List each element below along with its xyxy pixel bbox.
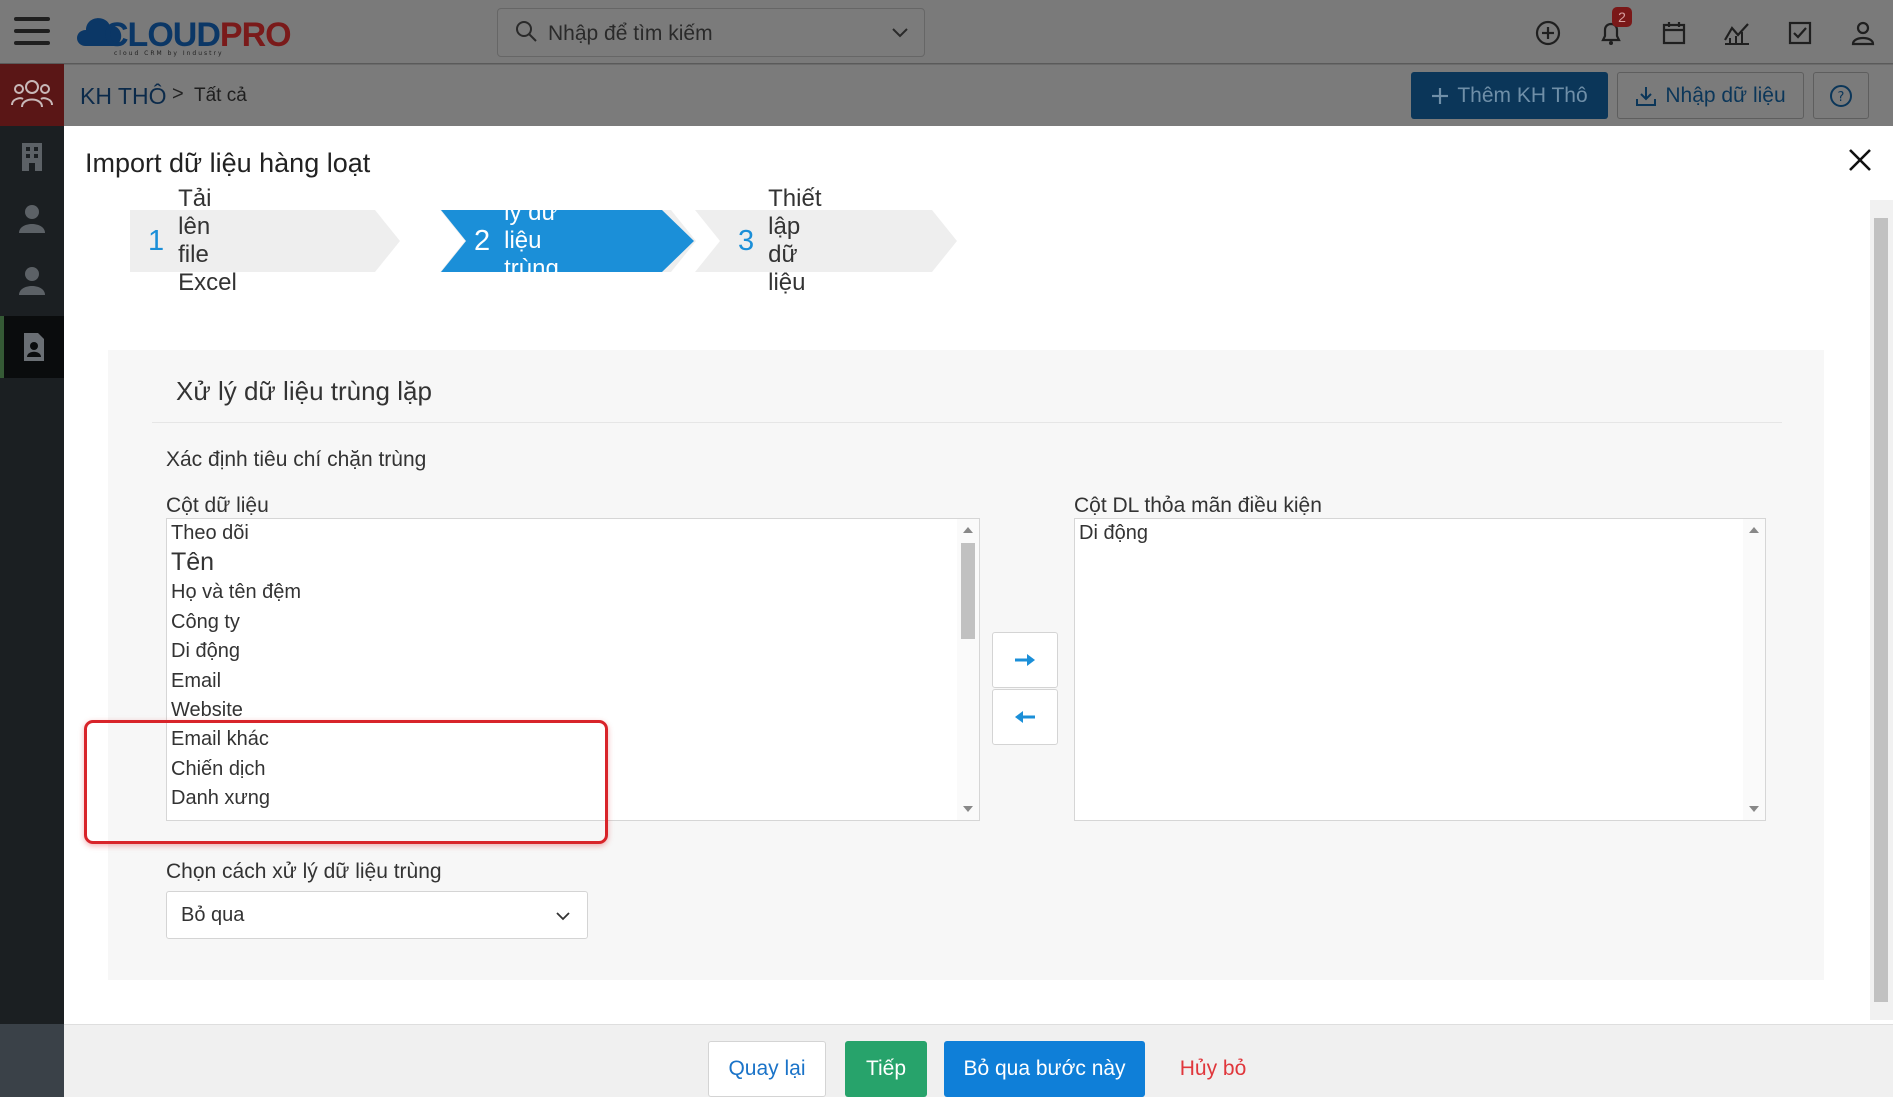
list-item[interactable]: Họ và tên đệm xyxy=(167,578,979,607)
chevron-down-icon[interactable] xyxy=(890,23,910,43)
wizard-steps-background xyxy=(130,210,957,272)
scroll-up-icon[interactable] xyxy=(963,527,973,533)
sidebar-footer xyxy=(0,1024,64,1097)
question-circle-icon: ? xyxy=(1830,84,1852,107)
duplicate-panel: Xử lý dữ liệu trùng lặp Xác định tiêu ch… xyxy=(108,350,1824,980)
dup-handling-select[interactable]: Bỏ qua xyxy=(166,891,588,939)
logo-tagline: cloud CRM by Industry xyxy=(114,50,224,57)
modal-scrollbar[interactable] xyxy=(1870,200,1893,1020)
list-item[interactable]: Di động xyxy=(167,637,979,666)
task-check-icon[interactable] xyxy=(1785,18,1815,48)
modal-title: Import dữ liệu hàng loạt xyxy=(85,148,371,178)
move-left-button[interactable] xyxy=(992,689,1058,745)
list-item[interactable]: Công ty xyxy=(167,608,979,637)
panel-divider xyxy=(152,422,1782,423)
modal-footer: Quay lại Tiếp Bỏ qua bước này Hủy bỏ xyxy=(64,1024,1893,1097)
person-icon xyxy=(19,267,45,295)
user-profile-icon[interactable] xyxy=(1848,18,1878,48)
lead-document-icon xyxy=(24,333,44,361)
search-icon xyxy=(516,21,537,42)
plus-icon xyxy=(1432,87,1449,104)
next-button[interactable]: Tiếp xyxy=(845,1041,927,1097)
back-button[interactable]: Quay lại xyxy=(708,1041,826,1097)
cloudpro-logo[interactable]: CLOUDPRO cloud CRM by Industry xyxy=(74,6,294,57)
users-group-icon xyxy=(11,80,53,108)
list-item[interactable]: Di động xyxy=(1075,519,1765,548)
panel-title: Xử lý dữ liệu trùng lặp xyxy=(176,376,432,406)
cancel-button[interactable]: Hủy bỏ xyxy=(1168,1041,1258,1097)
sidebar xyxy=(0,64,64,1097)
source-columns-label: Cột dữ liệu xyxy=(166,494,269,517)
sidebar-item-leads[interactable] xyxy=(0,316,64,378)
sidebar-item-users[interactable] xyxy=(0,250,64,312)
breadcrumb-view[interactable]: Tất cả xyxy=(194,85,247,107)
scroll-up-icon[interactable] xyxy=(1749,527,1759,533)
step-2-duplicates: 2 Xử lý dữ liệu trùng lặp xyxy=(474,171,559,310)
skip-step-button[interactable]: Bỏ qua bước này xyxy=(944,1041,1145,1097)
chart-icon[interactable] xyxy=(1722,18,1752,48)
close-icon[interactable] xyxy=(1846,146,1874,174)
sidebar-item-contacts[interactable] xyxy=(0,188,64,250)
matched-columns-list[interactable]: Di động xyxy=(1074,518,1766,821)
scroll-thumb[interactable] xyxy=(961,543,975,639)
sidebar-item-organizations[interactable] xyxy=(0,126,64,188)
breadcrumb-module[interactable]: KH THÔ xyxy=(80,83,166,110)
chevron-down-icon xyxy=(556,912,570,921)
sidebar-item-customers[interactable] xyxy=(0,64,64,126)
dup-handling-label: Chọn cách xử lý dữ liệu trùng xyxy=(166,860,442,883)
building-icon xyxy=(22,143,42,171)
menu-icon[interactable] xyxy=(14,17,50,47)
import-modal: Import dữ liệu hàng loạt 1 Tải lên file E… xyxy=(64,126,1893,1097)
scroll-down-icon[interactable] xyxy=(963,806,973,812)
add-lead-label: Thêm KH Thô xyxy=(1457,83,1588,107)
add-lead-button[interactable]: Thêm KH Thô xyxy=(1411,72,1608,119)
scroll-down-icon[interactable] xyxy=(1749,806,1759,812)
criteria-label: Xác định tiêu chí chặn trùng xyxy=(166,448,427,471)
download-icon xyxy=(1636,86,1657,106)
help-button[interactable]: ? xyxy=(1813,72,1869,119)
source-list-scrollbar[interactable] xyxy=(957,519,979,820)
search-box[interactable]: Nhập để tìm kiếm xyxy=(497,8,925,57)
list-item[interactable]: Email xyxy=(167,667,979,696)
import-data-button[interactable]: Nhập dữ liệu xyxy=(1617,72,1804,119)
arrow-right-icon xyxy=(1015,654,1035,666)
calendar-icon[interactable] xyxy=(1659,18,1689,48)
breadcrumb: KH THÔ > Tất cả Thêm KH Thô Nhập dữ liệu… xyxy=(64,65,1893,126)
step-3-setup: 3 Thiết lập dữ liệu xyxy=(738,185,822,296)
matched-columns-label: Cột DL thỏa mãn điều kiện xyxy=(1074,494,1322,517)
breadcrumb-separator: > xyxy=(172,83,184,105)
highlight-annotation xyxy=(84,720,608,844)
step-1-upload: 1 Tải lên file Excel xyxy=(148,185,237,296)
move-right-button[interactable] xyxy=(992,632,1058,688)
modal-scroll-thumb[interactable] xyxy=(1874,218,1888,1002)
list-item[interactable]: Theo dõi xyxy=(167,519,979,548)
top-bar: CLOUDPRO cloud CRM by Industry Nhập để t… xyxy=(0,0,1893,64)
matched-list-scrollbar[interactable] xyxy=(1743,519,1765,820)
import-data-label: Nhập dữ liệu xyxy=(1665,83,1786,107)
arrow-left-icon xyxy=(1015,711,1035,723)
contact-person-icon xyxy=(19,205,45,233)
search-input[interactable]: Nhập để tìm kiếm xyxy=(548,22,713,46)
dup-handling-value: Bỏ qua xyxy=(181,904,245,926)
svg-text:?: ? xyxy=(1838,90,1845,105)
add-circle-icon[interactable] xyxy=(1533,18,1563,48)
list-item[interactable]: Tên xyxy=(167,548,979,578)
notification-badge: 2 xyxy=(1612,7,1632,27)
